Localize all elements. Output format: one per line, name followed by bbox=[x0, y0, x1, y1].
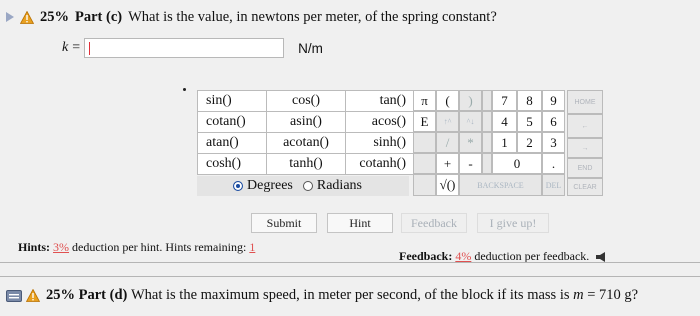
key-9[interactable]: 9 bbox=[542, 90, 565, 111]
key-8[interactable]: 8 bbox=[517, 90, 542, 111]
key-7[interactable]: 7 bbox=[492, 90, 517, 111]
key-5[interactable]: 5 bbox=[517, 111, 542, 132]
megaphone-icon bbox=[596, 251, 606, 262]
key-acotan[interactable]: acotan() bbox=[266, 132, 346, 154]
part-d-mass-variable: m bbox=[573, 287, 584, 303]
part-c-percent: 25% bbox=[40, 8, 69, 25]
key-cos[interactable]: cos() bbox=[266, 90, 346, 112]
key-1[interactable]: 1 bbox=[492, 132, 517, 153]
degrees-label: Degrees bbox=[247, 178, 293, 193]
key-pi[interactable]: π bbox=[413, 90, 436, 111]
part-c-question: What is the value, in newtons per meter,… bbox=[128, 8, 497, 25]
key-6[interactable]: 6 bbox=[542, 111, 565, 132]
key-right-arrow[interactable]: → bbox=[567, 138, 603, 158]
part-d-question: What is the maximum speed, in meter per … bbox=[130, 287, 570, 303]
submit-button[interactable]: Submit bbox=[251, 213, 317, 233]
answer-unit: N/m bbox=[298, 40, 323, 56]
key-plus[interactable]: + bbox=[436, 153, 459, 174]
part-d-header[interactable]: 25% Part (d) What is the maximum speed, … bbox=[6, 287, 700, 304]
key-sqrt[interactable]: √() bbox=[436, 174, 459, 196]
key-spacer-4 bbox=[482, 153, 492, 174]
part-d-label: Part (d) bbox=[78, 287, 128, 303]
key-sinh[interactable]: sinh() bbox=[345, 132, 415, 154]
key-minus[interactable]: - bbox=[459, 153, 482, 174]
key-del[interactable]: DEL bbox=[542, 174, 565, 196]
key-blank bbox=[413, 132, 436, 153]
part-c-label: Part (c) bbox=[75, 8, 123, 25]
text-caret bbox=[89, 42, 91, 55]
question-box-icon bbox=[6, 289, 22, 302]
part-d-equals: = bbox=[587, 287, 596, 303]
key-spacer bbox=[482, 90, 492, 111]
hints-remaining-count: 1 bbox=[249, 240, 256, 254]
angle-mode-row: Degrees Radians bbox=[197, 176, 409, 196]
feedback-button[interactable]: Feedback bbox=[401, 213, 467, 233]
key-home[interactable]: HOME bbox=[567, 90, 603, 114]
key-backspace[interactable]: BACKSPACE bbox=[459, 174, 542, 196]
key-asin[interactable]: asin() bbox=[266, 111, 346, 133]
expand-triangle-icon[interactable] bbox=[6, 12, 14, 22]
key-3[interactable]: 3 bbox=[542, 132, 565, 153]
key-2[interactable]: 2 bbox=[517, 132, 542, 153]
degrees-radio[interactable] bbox=[233, 181, 243, 191]
part-d-mass-value: 710 bbox=[599, 287, 621, 303]
part-d-mass-unit: g? bbox=[624, 287, 639, 303]
answer-row: k = N/m bbox=[62, 37, 323, 59]
part-c-header[interactable]: 25% Part (c) What is the value, in newto… bbox=[0, 4, 700, 30]
answer-variable: k bbox=[62, 40, 69, 55]
key-0[interactable]: 0 bbox=[492, 153, 542, 174]
hint-deduction-percent: 3% bbox=[53, 240, 70, 254]
part-d-percent: 25% bbox=[46, 287, 75, 303]
key-close-paren[interactable]: ) bbox=[459, 90, 482, 111]
key-left-arrow[interactable]: ← bbox=[567, 114, 603, 138]
radians-radio[interactable] bbox=[302, 181, 313, 191]
key-clear[interactable]: CLEAR bbox=[567, 178, 603, 196]
key-end[interactable]: END bbox=[567, 158, 603, 178]
key-sin[interactable]: sin() bbox=[197, 90, 267, 112]
warning-icon bbox=[20, 10, 34, 24]
key-acos[interactable]: acos() bbox=[345, 111, 415, 133]
key-4[interactable]: 4 bbox=[492, 111, 517, 132]
hints-label: Hints: bbox=[18, 240, 51, 254]
key-open-paren[interactable]: ( bbox=[436, 90, 459, 111]
key-cotanh[interactable]: cotanh() bbox=[345, 153, 415, 175]
divider bbox=[0, 262, 700, 263]
key-blank-2 bbox=[413, 153, 436, 174]
bullet-dot bbox=[183, 88, 186, 91]
key-tan[interactable]: tan() bbox=[345, 90, 415, 112]
key-cotan[interactable]: cotan() bbox=[197, 111, 267, 133]
key-blank-3 bbox=[413, 174, 436, 196]
key-cosh[interactable]: cosh() bbox=[197, 153, 267, 175]
key-down-arrow[interactable]: ^↓ bbox=[459, 111, 482, 132]
key-slash[interactable]: / bbox=[436, 132, 459, 153]
key-atan[interactable]: atan() bbox=[197, 132, 267, 154]
answer-equals: = bbox=[72, 40, 81, 55]
key-spacer-2 bbox=[482, 111, 492, 132]
divider-2 bbox=[0, 276, 700, 277]
key-e[interactable]: E bbox=[413, 111, 436, 132]
warning-icon-part-d bbox=[26, 289, 40, 302]
hints-info: Hints: 3% deduction per hint. Hints rema… bbox=[18, 240, 255, 255]
answer-input[interactable] bbox=[84, 38, 285, 58]
radians-label: Radians bbox=[316, 178, 362, 193]
hint-button[interactable]: Hint bbox=[327, 213, 393, 233]
key-tanh[interactable]: tanh() bbox=[266, 153, 346, 175]
give-up-button[interactable]: I give up! bbox=[477, 213, 549, 233]
key-up-arrow[interactable]: ↑^ bbox=[436, 111, 459, 132]
hints-text: deduction per hint. Hints remaining: bbox=[72, 240, 247, 254]
key-dot[interactable]: . bbox=[542, 153, 565, 174]
trig-function-table: sin() cos() tan() cotan() asin() acos() … bbox=[197, 90, 415, 175]
key-star[interactable]: * bbox=[459, 132, 482, 153]
key-spacer-3 bbox=[482, 132, 492, 153]
